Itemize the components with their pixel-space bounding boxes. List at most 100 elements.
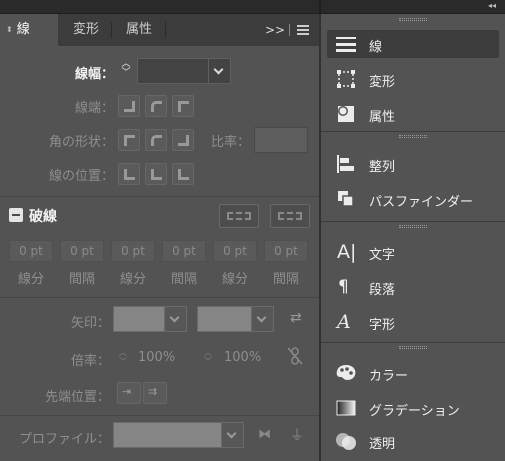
weight-input[interactable] [137,58,209,84]
end-scale-value[interactable]: 100% [224,350,261,365]
tab-attributes[interactable]: 属性 [114,14,164,46]
dock-item-character[interactable]: A| 文字 [327,238,499,266]
collapse-panels-icon[interactable]: ◂◂ [488,1,496,10]
gap-1-input[interactable]: 0 pt [60,240,104,262]
start-arrowhead-dropdown[interactable] [165,306,187,332]
weight-stepper[interactable]: ︿ ﹀ [119,60,133,82]
weight-dropdown[interactable] [209,58,231,84]
tab-stroke[interactable]: ⬍ 線 [0,14,58,46]
gap-1-label: 間隔 [68,272,95,287]
stroke-lines-icon [336,37,356,52]
more-tabs-button[interactable]: >> [265,14,285,46]
panel-tab-bar: ⬍ 線 変形 属性 >> [0,14,319,46]
dock-item-label: 段落 [369,283,396,298]
arrow-align-label: 先端位置： [44,390,110,405]
corner-label: 角の形状： [48,135,114,150]
round-cap-button[interactable] [145,95,167,117]
dock-item-label: パスファインダー [369,195,474,210]
preserve-dash-button[interactable] [219,204,259,228]
paragraph-icon: ¶ [338,277,349,297]
place-arrow-tip-button[interactable]: ⇉ [143,382,167,404]
dock-item-label: 属性 [369,110,396,125]
projecting-cap-button[interactable] [172,95,194,117]
gap-2-label: 間隔 [170,272,197,287]
section-divider [0,415,319,416]
attributes-icon [338,106,354,122]
weight-label: 線幅： [74,67,114,82]
flip-horizontal-icon[interactable]: ⧓ [258,427,271,442]
align-outside-button[interactable] [172,163,194,185]
dash-1-input[interactable]: 0 pt [9,240,53,262]
tab-transform[interactable]: 変形 [62,14,110,46]
swap-arrowheads-icon[interactable]: ⇄ [290,310,302,326]
gradient-icon [336,400,356,416]
dock-item-transparency[interactable]: 透明 [327,427,499,455]
expand-options-icon[interactable]: ⬍ [6,25,13,34]
start-scale-stepper[interactable]: ︿ ﹀ [119,348,127,366]
scale-label: 倍率： [70,354,110,369]
group-grip[interactable] [399,346,427,349]
dock-item-align[interactable]: 整列 [327,150,499,178]
extend-arrow-tip-button[interactable]: ⇥ [117,382,141,404]
dash-3-input[interactable]: 0 pt [213,240,257,262]
align-inside-button[interactable] [145,163,167,185]
start-arrowhead-select[interactable] [113,306,165,332]
gap-3-input[interactable]: 0 pt [264,240,308,262]
dock-item-label: 整列 [369,160,396,175]
dock-item-label: 文字 [369,248,396,263]
limit-input[interactable] [254,127,308,153]
bevel-join-button[interactable] [172,129,194,151]
dock-item-label: グラデーション [369,404,460,419]
gap-2-input[interactable]: 0 pt [162,240,206,262]
tab-divider [111,22,112,38]
end-arrowhead-select[interactable] [197,306,252,332]
dock-item-color[interactable]: カラー [327,359,499,387]
start-scale-value[interactable]: 100% [138,350,175,365]
butt-cap-button[interactable] [118,95,140,117]
round-join-button[interactable] [145,129,167,151]
group-grip[interactable] [399,135,427,138]
dashed-line-checkbox[interactable] [9,208,23,222]
dock-item-label: 字形 [369,318,396,333]
character-icon: A| [337,241,357,263]
panel-menu-icon[interactable] [297,25,309,35]
dash-1-label: 線分 [17,272,44,287]
dock-divider [319,0,321,14]
align-center-button[interactable] [118,163,140,185]
link-scale-icon[interactable] [286,346,304,366]
section-divider [0,196,319,197]
gap-3-label: 間隔 [272,272,299,287]
transparency-icon [336,433,356,450]
color-palette-icon [336,365,356,380]
dock-item-pathfinder[interactable]: パスファインダー [327,185,499,213]
dash-3-label: 線分 [221,272,248,287]
group-grip[interactable] [399,18,427,21]
dock-item-gradient[interactable]: グラデーション [327,394,499,422]
group-divider [321,342,505,343]
miter-join-button[interactable] [118,129,140,151]
dock-item-paragraph[interactable]: ¶ 段落 [327,273,499,301]
width-profile-dropdown[interactable] [222,422,244,448]
align-dash-corners-button[interactable] [270,204,310,228]
flip-vertical-icon[interactable]: ⏚ [290,425,304,445]
dock-item-attributes[interactable]: 属性 [327,100,499,128]
dock-item-label: 変形 [369,75,396,90]
dock-item-label: 透明 [369,437,396,452]
align-icon [337,155,354,173]
profile-label: プロファイル： [18,432,110,447]
end-scale-stepper[interactable]: ︿ ﹀ [204,348,212,366]
width-profile-select[interactable] [113,422,222,448]
group-grip[interactable] [399,225,427,228]
dash-2-input[interactable]: 0 pt [111,240,155,262]
tab-divider [165,22,166,38]
tab-stroke-label: 線 [16,22,30,37]
arrowheads-label: 矢印： [70,316,110,331]
dock-item-stroke[interactable]: 線 [327,30,499,58]
transform-icon [337,70,355,88]
panel-dock-topbar: ◂◂ [0,0,505,14]
group-divider [321,221,505,222]
end-arrowhead-dropdown[interactable] [252,306,274,332]
dock-item-transform[interactable]: 変形 [327,65,499,93]
dock-item-glyphs[interactable]: A 字形 [327,308,499,336]
stroke-panel: ⬍ 線 変形 属性 >> 線幅： ︿ ﹀ 線端： 角の形状： 比率： 線の位置： 破… [0,14,319,461]
